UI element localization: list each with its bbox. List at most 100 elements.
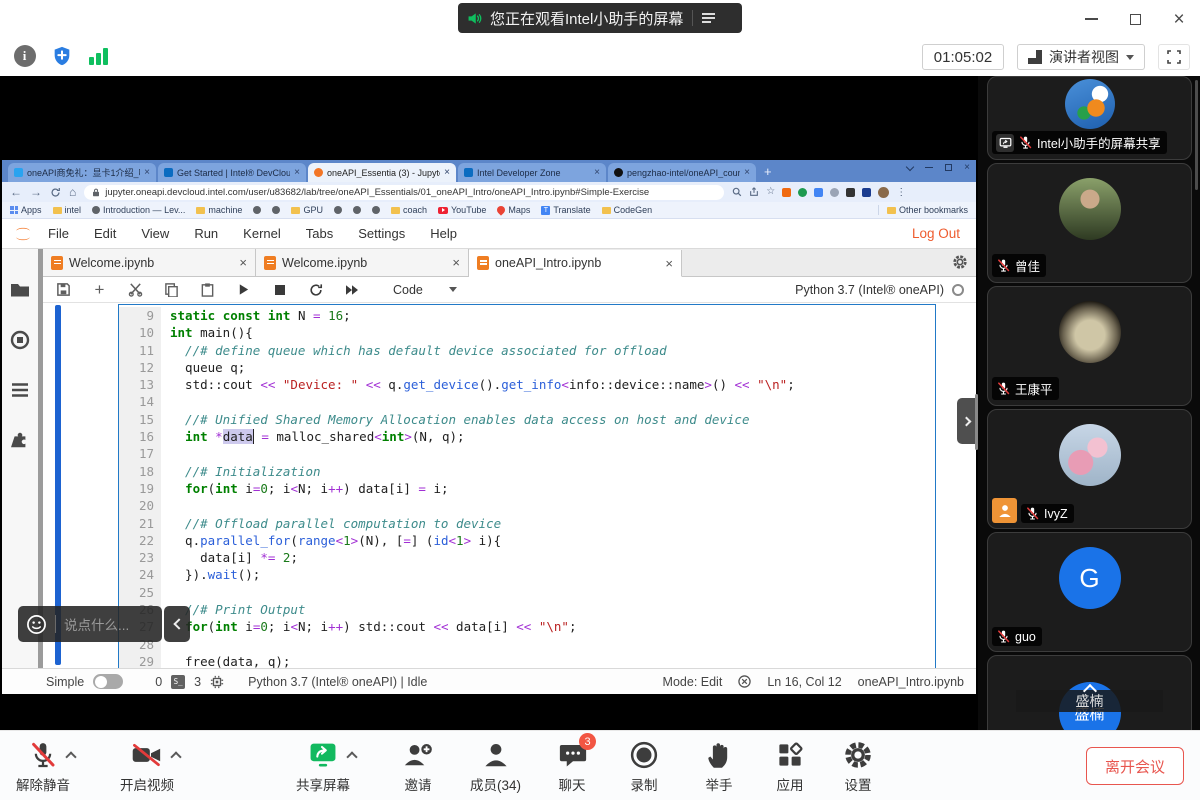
stop-kernel-icon[interactable] — [271, 281, 288, 298]
extension-icon[interactable] — [814, 188, 823, 197]
bookmark-item[interactable]: Maps — [497, 205, 530, 215]
bookmark-item[interactable]: YouTube — [438, 205, 486, 215]
close-button[interactable]: × — [1168, 8, 1190, 30]
other-bookmarks[interactable]: Other bookmarks — [878, 205, 968, 215]
bookmark-item[interactable]: machine — [196, 205, 242, 215]
control-members-button[interactable]: 成员(34) — [470, 737, 521, 794]
notebook-tab[interactable]: Welcome.ipynb× — [43, 249, 256, 276]
table-of-contents-icon[interactable] — [9, 379, 31, 401]
bookmark-item[interactable]: CodeGen — [602, 205, 653, 215]
control-gear-button[interactable]: 设置 — [843, 737, 873, 794]
cut-cells-icon[interactable] — [127, 281, 144, 298]
forward-icon[interactable]: → — [30, 186, 42, 198]
menu-tabs[interactable]: Tabs — [306, 226, 333, 241]
kernel-name[interactable]: Python 3.7 (Intel® oneAPI) — [795, 283, 944, 297]
meeting-info-icon[interactable]: i — [12, 43, 37, 68]
new-tab-button[interactable]: + — [764, 164, 772, 182]
network-quality-icon[interactable] — [86, 43, 111, 68]
notifications-icon[interactable] — [738, 675, 751, 688]
extensions-puzzle-icon[interactable] — [846, 188, 855, 197]
extension-icon[interactable] — [782, 188, 791, 197]
restart-kernel-icon[interactable] — [307, 281, 324, 298]
participant-tile[interactable]: 盛楠盛楠 — [987, 655, 1192, 730]
sidebar-icon[interactable] — [862, 188, 871, 197]
control-cam-button[interactable]: 开启视频 — [120, 737, 174, 794]
tab-close-icon[interactable]: × — [744, 167, 750, 178]
browser-tab[interactable]: pengzhao-intel/oneAPI_course× — [608, 163, 756, 182]
control-hand-button[interactable]: 举手 — [705, 737, 733, 794]
bookmark-item[interactable]: intel — [53, 205, 82, 215]
security-shield-icon[interactable] — [49, 43, 74, 68]
running-kernels-icon[interactable] — [9, 329, 31, 351]
browser-tab[interactable]: Intel Developer Zone× — [458, 163, 606, 182]
browser-close-icon[interactable]: × — [964, 162, 970, 173]
participant-tile[interactable]: IvyZ — [987, 409, 1192, 529]
kernel-usage-icon[interactable] — [210, 675, 224, 689]
control-apps-button[interactable]: 应用 — [775, 737, 805, 794]
control-record-button[interactable]: 录制 — [629, 737, 659, 794]
extension-icon[interactable] — [830, 188, 839, 197]
code-lines[interactable]: 9static const int N = 16;10int main(){11… — [118, 304, 936, 668]
logout-button[interactable]: Log Out — [912, 226, 966, 241]
tab-close-icon[interactable]: × — [144, 167, 150, 178]
menu-file[interactable]: File — [48, 226, 69, 241]
banner-menu-icon[interactable] — [700, 9, 717, 27]
profile-chevron-icon[interactable] — [906, 162, 914, 170]
bookmark-item[interactable]: GPU — [291, 205, 323, 215]
participant-tile[interactable]: Intel小助手的屏幕共享 — [987, 76, 1192, 160]
extension-manager-icon[interactable] — [9, 429, 31, 451]
bookmark-star-icon[interactable]: ☆ — [766, 187, 775, 197]
notebook-tab[interactable]: Welcome.ipynb× — [256, 249, 469, 276]
bookmark-item[interactable]: Apps — [10, 205, 42, 215]
file-browser-icon[interactable] — [9, 279, 31, 301]
notebook-tab[interactable]: oneAPI_Intro.ipynb× — [469, 250, 682, 277]
tab-close-icon[interactable]: × — [452, 255, 460, 270]
expand-panel-button[interactable] — [957, 398, 976, 444]
bookmark-item[interactable] — [272, 206, 280, 214]
browser-maximize-icon[interactable] — [945, 164, 952, 171]
chevron-up-icon[interactable] — [346, 751, 357, 762]
add-cell-icon[interactable]: + — [91, 281, 108, 298]
terminal-icon[interactable]: S_ — [171, 675, 185, 689]
maximize-button[interactable] — [1124, 8, 1146, 30]
browser-minimize-icon[interactable] — [925, 167, 933, 169]
tab-close-icon[interactable]: × — [665, 256, 673, 271]
menu-help[interactable]: Help — [430, 226, 457, 241]
menu-settings[interactable]: Settings — [358, 226, 405, 241]
zoom-page-icon[interactable] — [732, 187, 742, 197]
control-chat-button[interactable]: 3聊天 — [557, 737, 587, 794]
bookmark-item[interactable] — [253, 206, 261, 214]
bookmark-item[interactable] — [353, 206, 361, 214]
participant-tile[interactable]: 曾佳 — [987, 163, 1192, 283]
browser-tab[interactable]: oneAPI商免礼：显卡1介绍_哔× — [8, 163, 156, 182]
control-mic-button[interactable]: 解除静音 — [16, 737, 70, 794]
copy-cells-icon[interactable] — [163, 281, 180, 298]
control-share-button[interactable]: 共享屏幕 — [296, 737, 350, 794]
tab-close-icon[interactable]: × — [444, 167, 450, 178]
leave-meeting-button[interactable]: 离开会议 — [1086, 747, 1184, 785]
tab-close-icon[interactable]: × — [239, 255, 247, 270]
menu-kernel[interactable]: Kernel — [243, 226, 281, 241]
bookmark-item[interactable] — [334, 206, 342, 214]
chat-collapse-button[interactable] — [164, 606, 190, 642]
paste-cells-icon[interactable] — [199, 281, 216, 298]
tab-settings-gear-icon[interactable] — [952, 254, 968, 270]
bookmark-item[interactable] — [372, 206, 380, 214]
save-icon[interactable] — [55, 281, 72, 298]
participant-tile[interactable]: 王康平 — [987, 286, 1192, 406]
fullscreen-button[interactable] — [1158, 44, 1190, 70]
run-cell-icon[interactable] — [235, 281, 252, 298]
control-invite-button[interactable]: 邀请 — [402, 737, 434, 794]
chevron-up-icon[interactable] — [170, 751, 181, 762]
bookmark-item[interactable]: coach — [391, 205, 427, 215]
tab-close-icon[interactable]: × — [294, 167, 300, 178]
view-mode-button[interactable]: 演讲者视图 — [1017, 44, 1145, 70]
minimize-button[interactable] — [1080, 8, 1102, 30]
kernel-state-label[interactable]: Python 3.7 (Intel® oneAPI) | Idle — [248, 675, 427, 689]
browser-tab[interactable]: oneAPI_Essentia (3) - JupyterLab× — [308, 163, 456, 182]
reload-icon[interactable] — [50, 187, 61, 198]
cursor-position-label[interactable]: Ln 16, Col 12 — [767, 675, 841, 689]
browser-tab[interactable]: Get Started | Intel® DevCloud× — [158, 163, 306, 182]
menu-view[interactable]: View — [141, 226, 169, 241]
cell-type-dropdown[interactable]: Code — [393, 283, 457, 297]
